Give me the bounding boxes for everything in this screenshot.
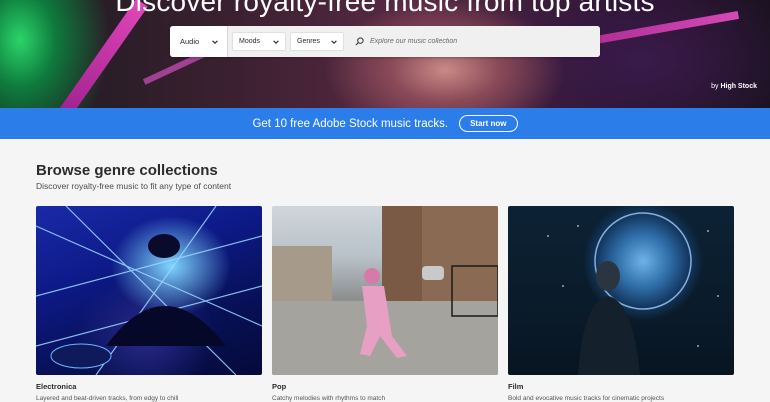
genre-image[interactable] <box>36 206 262 375</box>
astronaut-planet-graphic <box>547 212 719 375</box>
section-title: Browse genre collections <box>36 162 218 179</box>
laser-lights-graphic <box>36 206 262 375</box>
chevron-down-icon <box>273 39 279 44</box>
genres-label: Genres <box>297 38 320 45</box>
moods-label: Moods <box>239 38 261 45</box>
promo-banner: Get 10 free Adobe Stock music tracks. St… <box>0 108 770 139</box>
filter-group: Moods Genres <box>228 26 600 57</box>
chevron-down-icon <box>331 39 337 44</box>
photo-credit: by High Stock <box>711 83 757 90</box>
genre-image[interactable] <box>508 206 734 375</box>
search-field <box>348 26 600 57</box>
genre-description: Bold and evocative music tracks for cine… <box>508 395 665 402</box>
search-icon <box>355 37 364 46</box>
street-scene-graphic <box>272 206 498 375</box>
chevron-down-icon <box>212 39 218 44</box>
section-subtitle: Discover royalty-free music to fit any t… <box>36 181 232 191</box>
genre-card-electronica[interactable]: Electronica Layered and beat-driven trac… <box>36 206 262 402</box>
hero-banner: Discover royalty-free music from top art… <box>0 0 770 108</box>
credit-author-link[interactable]: High Stock <box>720 83 757 90</box>
search-input[interactable] <box>370 38 570 45</box>
asset-type-dropdown[interactable]: Audio <box>170 26 228 57</box>
genre-name[interactable]: Film <box>508 382 734 391</box>
genre-description: Layered and beat-driven tracks, from edg… <box>36 395 179 402</box>
asset-type-value: Audio <box>180 37 200 46</box>
music-search-bar: Audio Moods Genres <box>170 26 600 57</box>
moods-dropdown[interactable]: Moods <box>232 32 286 51</box>
credit-prefix: by <box>711 83 719 90</box>
hero-title: Discover royalty-free music from top art… <box>115 0 655 17</box>
start-now-button[interactable]: Start now <box>459 115 518 132</box>
genre-card-pop[interactable]: Pop Catchy melodies with rhythms to matc… <box>272 206 498 402</box>
genre-description: Catchy melodies with rhythms to match <box>272 395 386 402</box>
genre-name[interactable]: Electronica <box>36 382 262 391</box>
genre-card-film[interactable]: Film Bold and evocative music tracks for… <box>508 206 734 402</box>
genre-name[interactable]: Pop <box>272 382 498 391</box>
promo-text: Get 10 free Adobe Stock music tracks. <box>252 117 449 130</box>
genre-image[interactable] <box>272 206 498 375</box>
genres-dropdown[interactable]: Genres <box>290 32 344 51</box>
